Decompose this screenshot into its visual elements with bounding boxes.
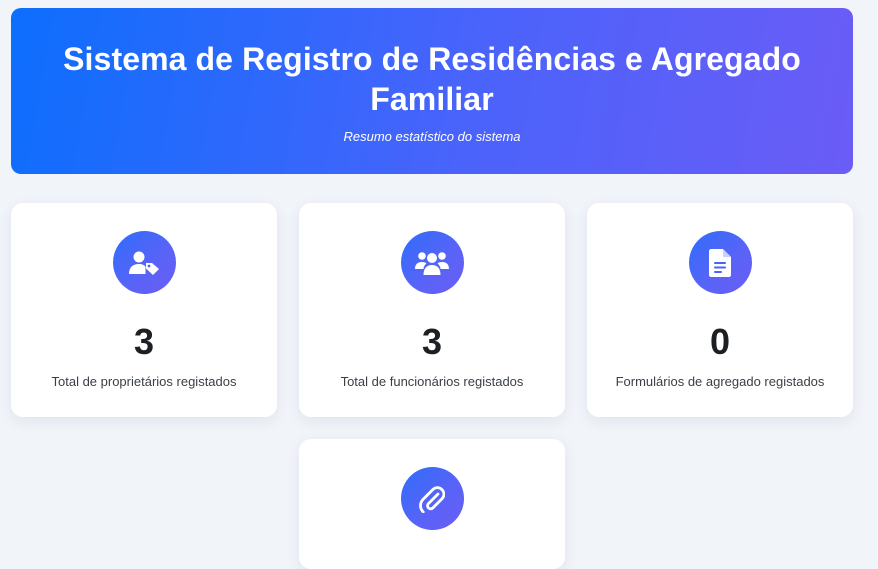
file-icon xyxy=(688,231,752,294)
forms-label: Formulários de agregado registados xyxy=(615,374,825,389)
forms-count: 0 xyxy=(709,321,731,362)
page-header: Sistema de Registro de Residências e Agr… xyxy=(11,8,853,174)
stat-card-employees: 3 Total de funcionários registados xyxy=(299,203,565,417)
page-title: Sistema de Registro de Residências e Agr… xyxy=(63,41,801,117)
users-icon xyxy=(400,231,464,294)
employees-label: Total de funcionários registados xyxy=(340,374,524,389)
employees-count: 3 xyxy=(421,321,443,362)
paperclip-icon xyxy=(400,467,464,530)
stat-card-owners: 3 Total de proprietários registados xyxy=(11,203,277,417)
page-subtitle: Resumo estatístico do sistema xyxy=(343,129,521,144)
stat-card-forms: 0 Formulários de agregado registados xyxy=(587,203,853,417)
owners-label: Total de proprietários registados xyxy=(51,374,237,389)
user-tag-icon xyxy=(112,231,176,294)
owners-count: 3 xyxy=(133,321,155,362)
stat-card-attachments xyxy=(299,439,565,569)
